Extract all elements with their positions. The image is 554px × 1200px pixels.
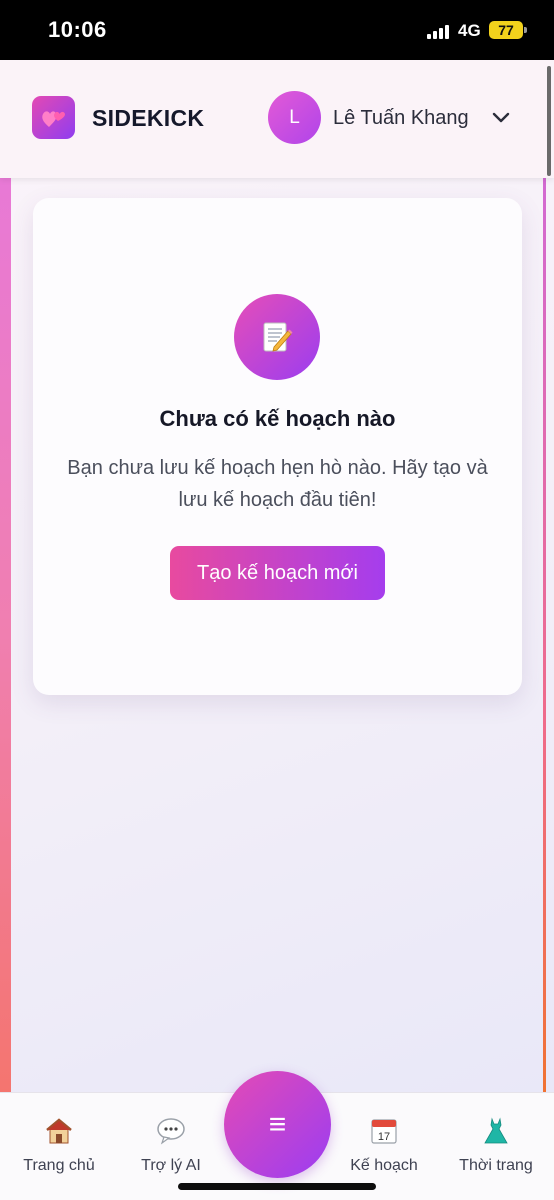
- nav-label-fashion: Thời trang: [459, 1157, 533, 1174]
- create-plan-button[interactable]: Tạo kế hoạch mới: [170, 546, 385, 600]
- nav-item-fashion[interactable]: Thời trang: [441, 1093, 551, 1200]
- empty-state-card: Chưa có kế hoạch nào Bạn chưa lưu kế hoạ…: [33, 198, 522, 695]
- left-edge-accent: [0, 178, 11, 1092]
- right-edge-accent: [543, 178, 546, 1092]
- hearts-icon: [41, 110, 65, 127]
- house-icon: [43, 1115, 75, 1147]
- empty-state-description: Bạn chưa lưu kế hoạch hẹn hò nào. Hãy tạ…: [67, 457, 488, 511]
- signal-icon: [427, 25, 453, 39]
- chevron-down-icon[interactable]: [492, 111, 510, 125]
- brand-name: SIDEKICK: [92, 105, 205, 131]
- dress-icon: [480, 1115, 512, 1147]
- network-type: 4G: [458, 21, 481, 40]
- speech-bubble-icon: [155, 1115, 187, 1147]
- status-bar: 10:06 4G 77: [0, 0, 554, 60]
- calendar-icon: 17: [368, 1115, 400, 1147]
- empty-state-title: Chưa có kế hoạch nào: [159, 406, 396, 431]
- logo[interactable]: [32, 96, 75, 139]
- nav-label-plans: Kế hoạch: [350, 1157, 418, 1174]
- scrollbar[interactable]: [547, 66, 551, 176]
- avatar[interactable]: L: [268, 91, 321, 144]
- memo-icon: [263, 322, 293, 352]
- nav-label-home: Trang chủ: [23, 1157, 95, 1174]
- app-header: SIDEKICK L Lê Tuấn Khang: [0, 60, 554, 178]
- battery-icon: 77: [489, 21, 527, 39]
- menu-fab-button[interactable]: ≡: [224, 1071, 331, 1178]
- status-time: 10:06: [48, 17, 107, 42]
- username[interactable]: Lê Tuấn Khang: [333, 107, 469, 130]
- note-badge: [234, 294, 320, 380]
- nav-label-ai-assistant: Trợ lý AI: [141, 1157, 201, 1174]
- nav-item-home[interactable]: Trang chủ: [4, 1093, 114, 1200]
- home-indicator: [178, 1183, 376, 1190]
- svg-text:17: 17: [378, 1131, 390, 1143]
